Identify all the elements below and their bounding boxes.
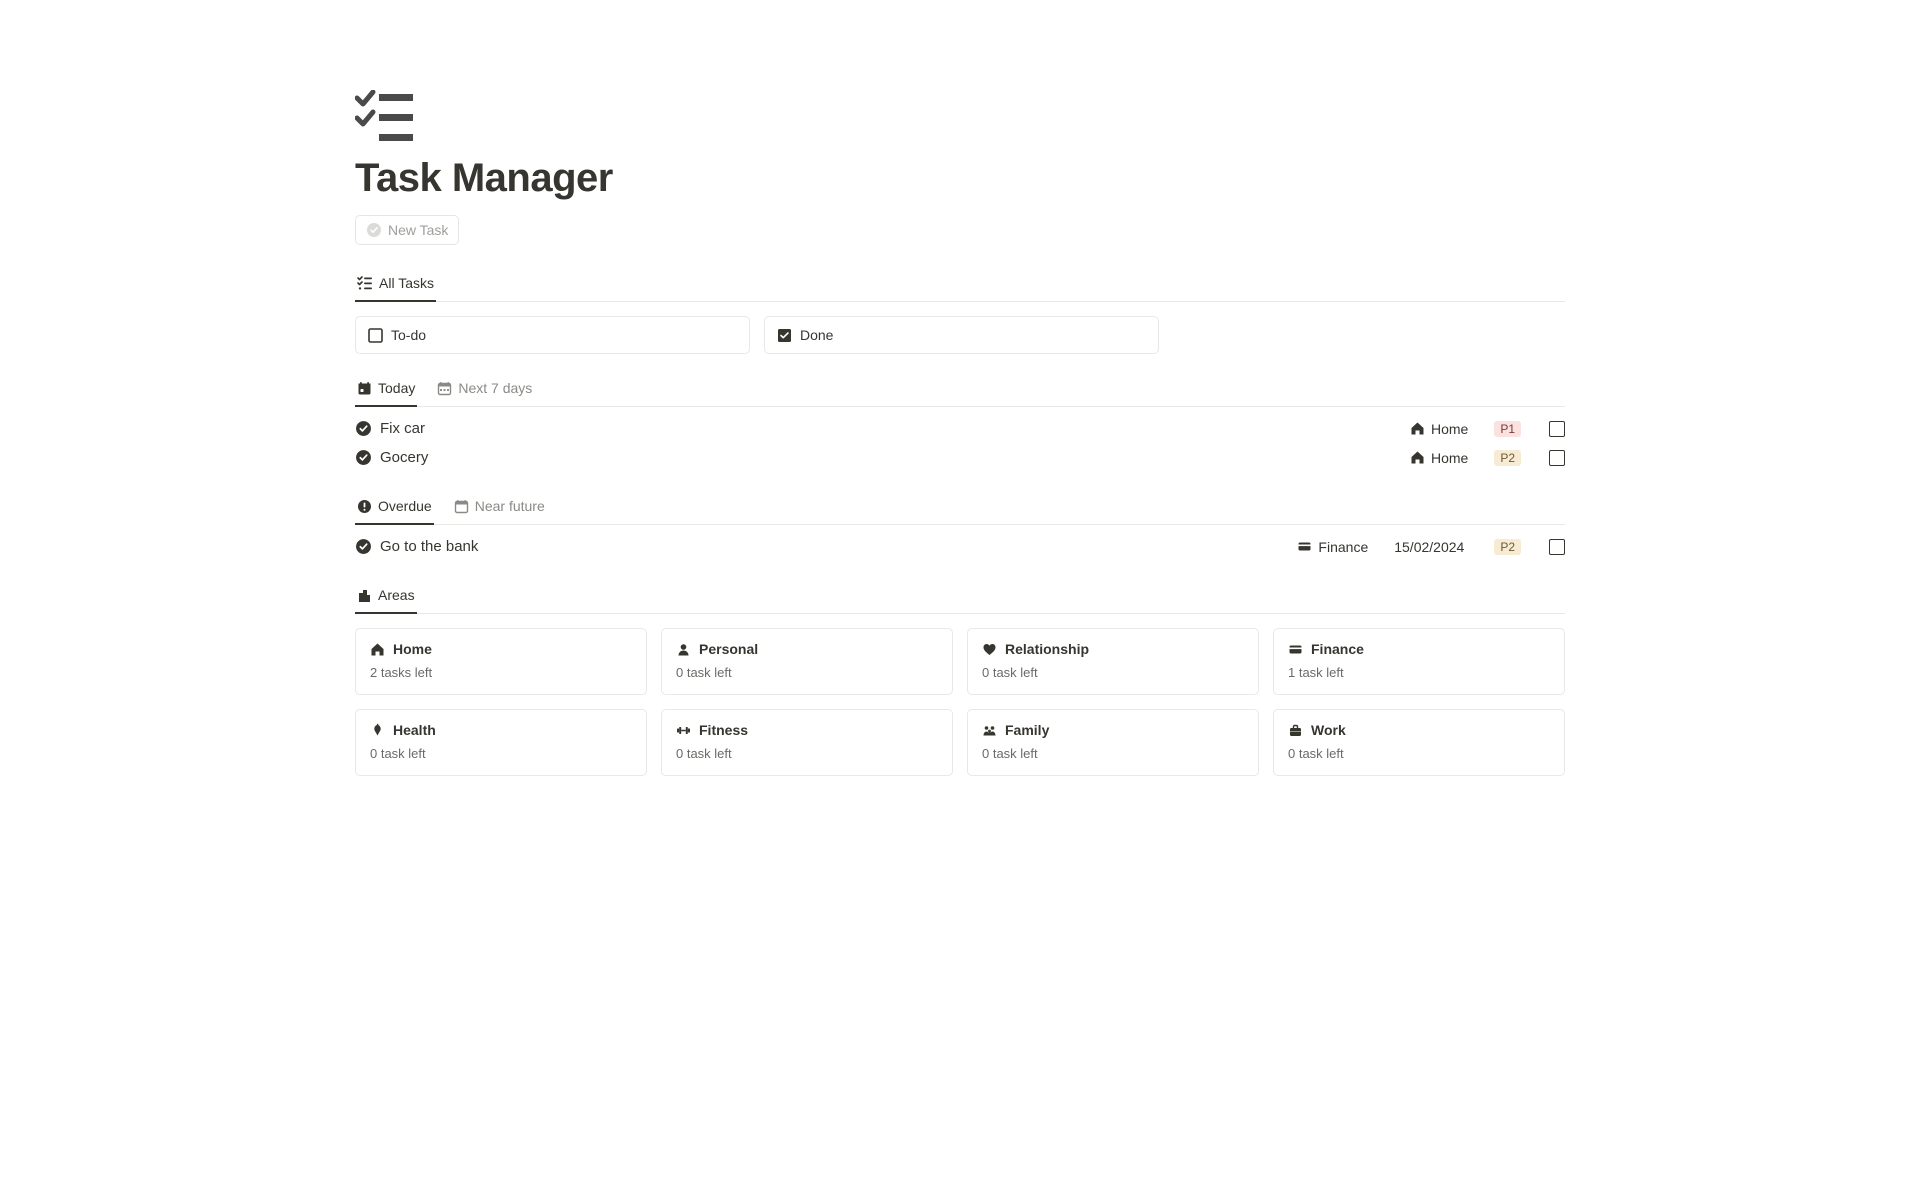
area-card-health[interactable]: Health 0 task left bbox=[355, 709, 647, 776]
today-tabs: Today Next 7 days bbox=[355, 372, 1565, 407]
area-card-home[interactable]: Home 2 tasks left bbox=[355, 628, 647, 695]
status-done-label: Done bbox=[800, 327, 833, 343]
area-card-work[interactable]: Work 0 task left bbox=[1273, 709, 1565, 776]
area-card-title: Finance bbox=[1311, 641, 1364, 657]
check-circle-icon bbox=[355, 449, 372, 466]
area-card-subtitle: 1 task left bbox=[1288, 665, 1550, 680]
home-icon bbox=[1410, 421, 1425, 436]
checklist-logo-icon bbox=[355, 90, 1565, 144]
building-icon bbox=[357, 588, 372, 603]
tab-overdue-label: Overdue bbox=[378, 498, 432, 514]
tab-near-future-label: Near future bbox=[475, 498, 545, 514]
priority-tag: P2 bbox=[1494, 539, 1521, 555]
finance-icon bbox=[1288, 642, 1303, 657]
task-checkbox[interactable] bbox=[1549, 539, 1565, 555]
calendar-day-icon bbox=[357, 381, 372, 396]
calendar-icon bbox=[454, 499, 469, 514]
status-todo-label: To-do bbox=[391, 327, 426, 343]
tab-next7-label: Next 7 days bbox=[458, 380, 532, 396]
area-card-title: Home bbox=[393, 641, 432, 657]
tab-all-tasks[interactable]: All Tasks bbox=[355, 268, 436, 302]
check-circle-icon bbox=[355, 420, 372, 437]
square-check-icon bbox=[777, 328, 792, 343]
check-circle-icon bbox=[355, 538, 372, 555]
home-icon bbox=[370, 642, 385, 657]
task-area-tag[interactable]: Home bbox=[1410, 421, 1468, 437]
area-card-subtitle: 0 task left bbox=[982, 746, 1244, 761]
square-icon bbox=[368, 328, 383, 343]
task-checkbox[interactable] bbox=[1549, 450, 1565, 466]
area-card-relationship[interactable]: Relationship 0 task left bbox=[967, 628, 1259, 695]
area-card-finance[interactable]: Finance 1 task left bbox=[1273, 628, 1565, 695]
task-name: Go to the bank bbox=[380, 538, 478, 555]
today-task-list: Fix car Home P1 Gocery Home P2 bbox=[355, 413, 1565, 472]
areas-grid: Home2 tasks leftPersonal0 task leftRelat… bbox=[355, 628, 1565, 776]
area-card-title: Family bbox=[1005, 722, 1049, 738]
check-circle-icon bbox=[366, 222, 382, 238]
areas-tabs: Areas bbox=[355, 579, 1565, 614]
status-card-done[interactable]: Done bbox=[764, 316, 1159, 354]
priority-tag: P2 bbox=[1494, 450, 1521, 466]
task-name: Gocery bbox=[380, 449, 428, 466]
task-name: Fix car bbox=[380, 420, 425, 437]
area-card-subtitle: 2 tasks left bbox=[370, 665, 632, 680]
tab-areas[interactable]: Areas bbox=[355, 580, 417, 614]
new-task-label: New Task bbox=[388, 222, 448, 238]
area-card-subtitle: 0 task left bbox=[370, 746, 632, 761]
task-row[interactable]: Go to the bank Finance 15/02/2024 P2 bbox=[355, 532, 1565, 561]
task-checkbox[interactable] bbox=[1549, 421, 1565, 437]
calendar-week-icon bbox=[437, 381, 452, 396]
tab-today-label: Today bbox=[378, 380, 415, 396]
fitness-icon bbox=[676, 723, 691, 738]
home-icon bbox=[1410, 450, 1425, 465]
list-check-icon bbox=[357, 275, 373, 291]
tab-next-7-days[interactable]: Next 7 days bbox=[435, 373, 534, 407]
area-card-title: Fitness bbox=[699, 722, 748, 738]
finance-icon bbox=[1297, 539, 1312, 554]
personal-icon bbox=[676, 642, 691, 657]
tab-near-future[interactable]: Near future bbox=[452, 491, 547, 525]
task-area-label: Finance bbox=[1318, 539, 1368, 555]
relationship-icon bbox=[982, 642, 997, 657]
area-card-title: Personal bbox=[699, 641, 758, 657]
new-task-button[interactable]: New Task bbox=[355, 215, 459, 245]
area-card-title: Work bbox=[1311, 722, 1346, 738]
overdue-tabs: Overdue Near future bbox=[355, 490, 1565, 525]
task-row[interactable]: Gocery Home P2 bbox=[355, 443, 1565, 472]
area-card-subtitle: 0 task left bbox=[1288, 746, 1550, 761]
task-row[interactable]: Fix car Home P1 bbox=[355, 414, 1565, 443]
task-date: 15/02/2024 bbox=[1394, 539, 1464, 555]
area-card-title: Health bbox=[393, 722, 436, 738]
task-area-tag[interactable]: Finance bbox=[1297, 539, 1368, 555]
health-icon bbox=[370, 723, 385, 738]
area-card-family[interactable]: Family 0 task left bbox=[967, 709, 1259, 776]
tab-today[interactable]: Today bbox=[355, 373, 417, 407]
task-area-label: Home bbox=[1431, 421, 1468, 437]
tab-overdue[interactable]: Overdue bbox=[355, 491, 434, 525]
tab-areas-label: Areas bbox=[378, 587, 415, 603]
area-card-personal[interactable]: Personal 0 task left bbox=[661, 628, 953, 695]
task-area-label: Home bbox=[1431, 450, 1468, 466]
status-card-todo[interactable]: To-do bbox=[355, 316, 750, 354]
work-icon bbox=[1288, 723, 1303, 738]
area-card-title: Relationship bbox=[1005, 641, 1089, 657]
area-card-subtitle: 0 task left bbox=[676, 665, 938, 680]
overdue-task-list: Go to the bank Finance 15/02/2024 P2 bbox=[355, 531, 1565, 561]
area-card-fitness[interactable]: Fitness 0 task left bbox=[661, 709, 953, 776]
main-tabs: All Tasks bbox=[355, 267, 1565, 302]
tab-all-tasks-label: All Tasks bbox=[379, 275, 434, 291]
page-title: Task Manager bbox=[355, 156, 1565, 201]
area-card-subtitle: 0 task left bbox=[982, 665, 1244, 680]
family-icon bbox=[982, 723, 997, 738]
task-area-tag[interactable]: Home bbox=[1410, 450, 1468, 466]
area-card-subtitle: 0 task left bbox=[676, 746, 938, 761]
exclamation-circle-icon bbox=[357, 499, 372, 514]
priority-tag: P1 bbox=[1494, 421, 1521, 437]
